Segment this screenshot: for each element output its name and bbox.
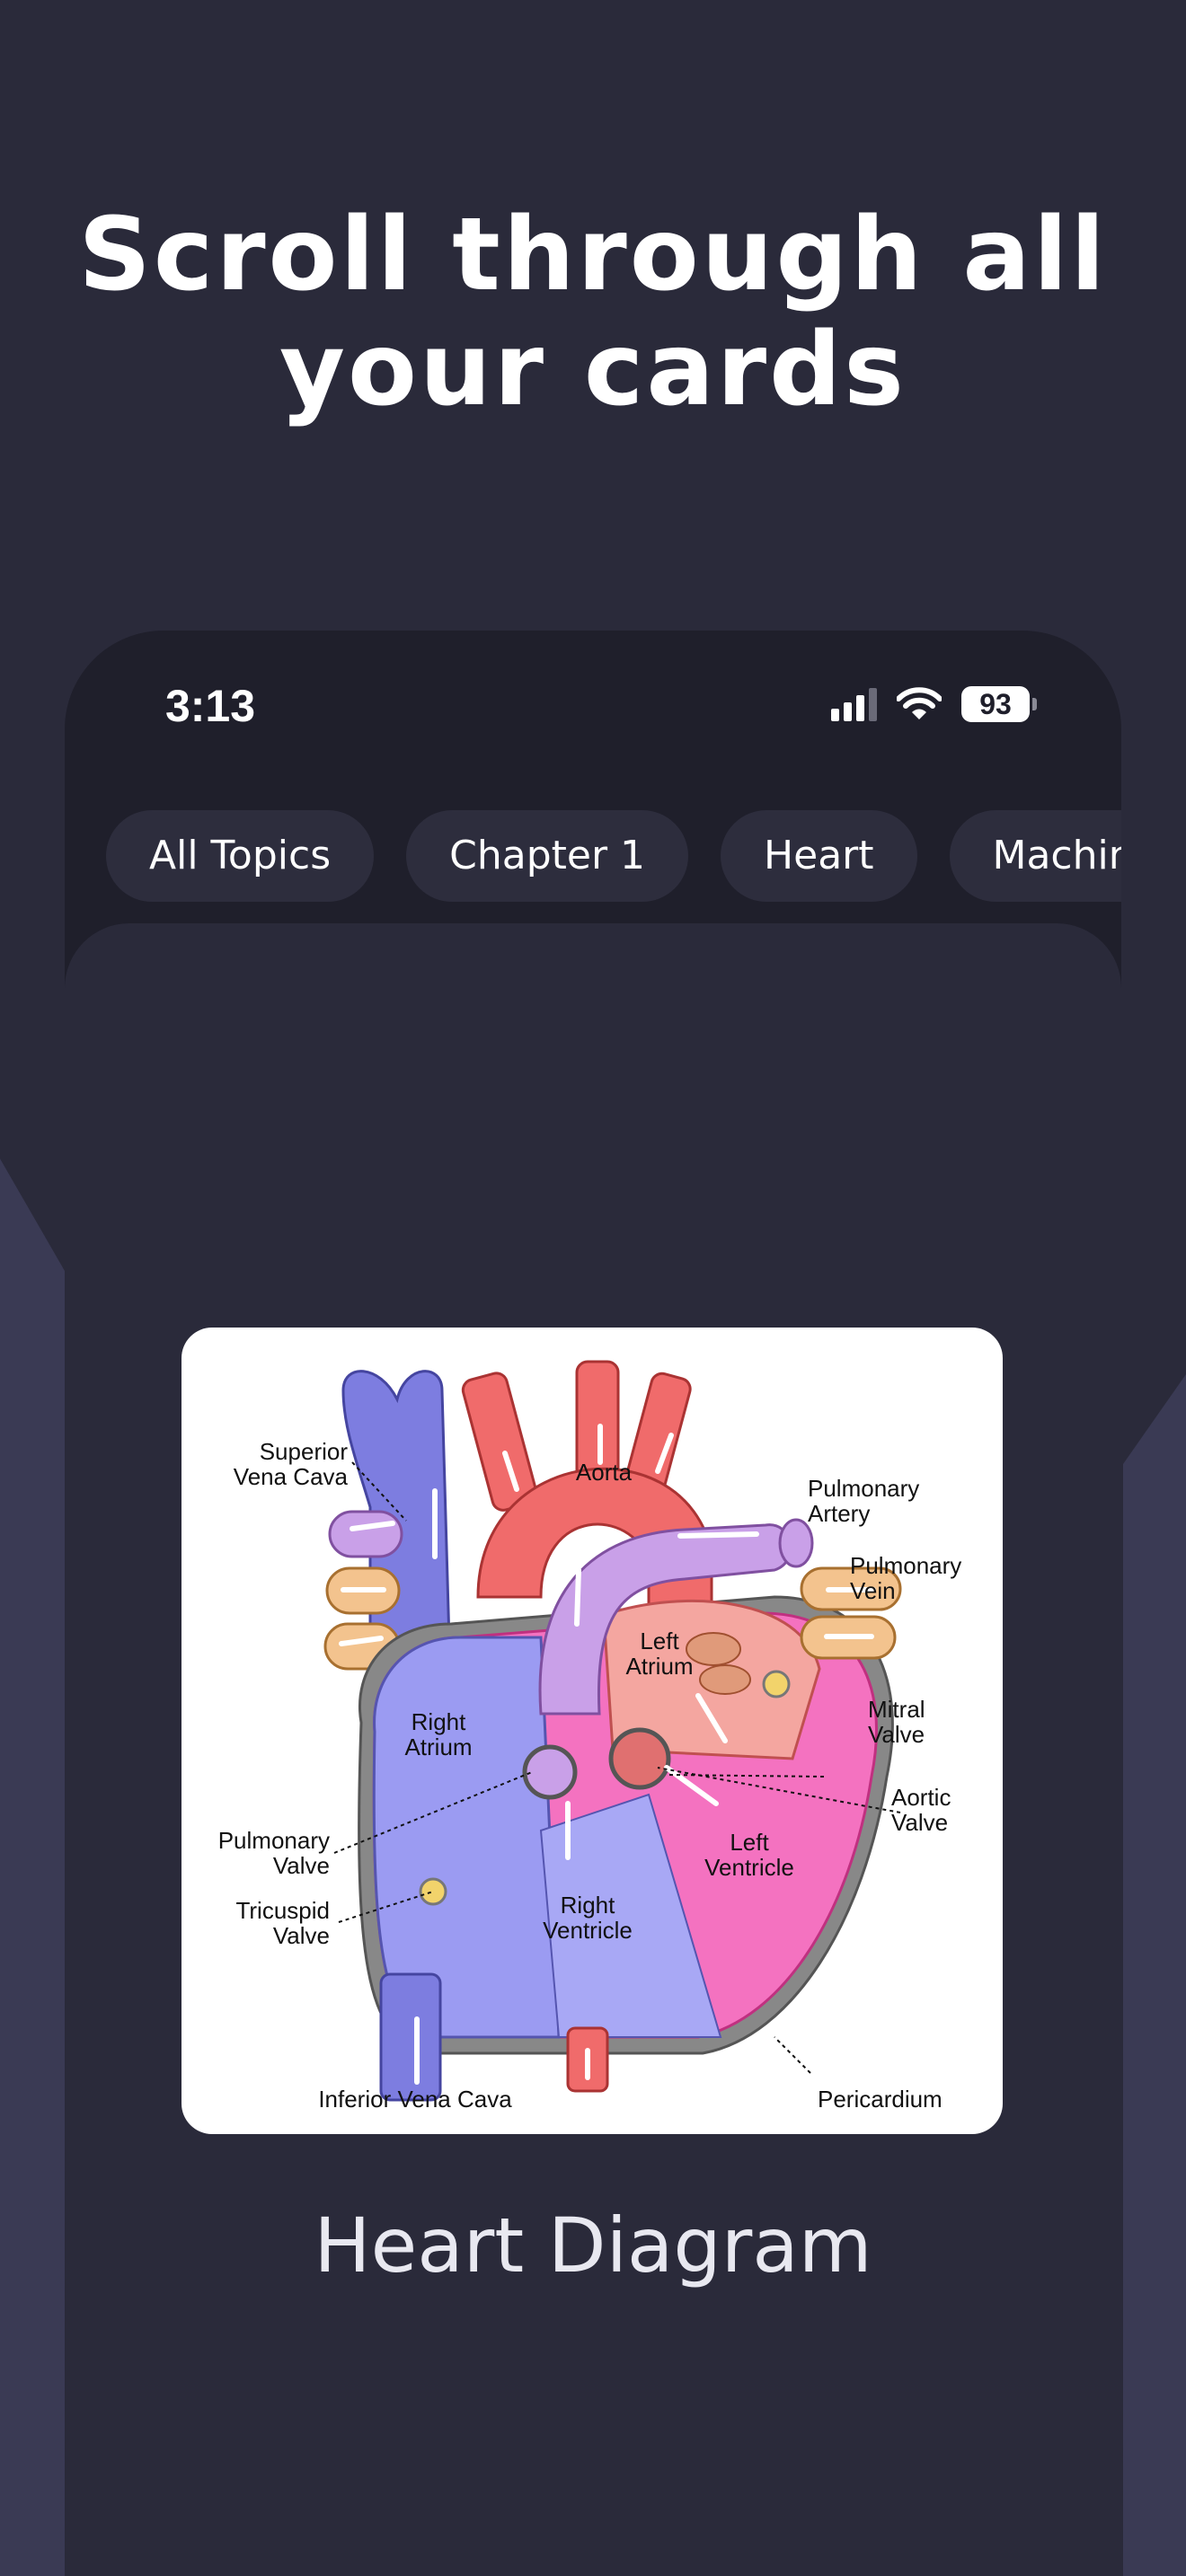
background-shape-left [0, 1159, 65, 2576]
label-pulmonary-vein-1: Pulmonary [850, 1552, 961, 1579]
label-pericardium: Pericardium [818, 2086, 943, 2113]
status-time: 3:13 [164, 681, 256, 731]
label-left-atrium-2: Atrium [625, 1653, 693, 1680]
label-right-atrium-2: Atrium [404, 1734, 472, 1760]
label-mitral-valve-1: Mitral [868, 1696, 925, 1723]
label-superior-vena-cava-2: Vena Cava [234, 1463, 349, 1490]
headline-line-2: your cards [279, 312, 907, 428]
label-aortic-valve-1: Aortic [891, 1784, 951, 1811]
card-title: Heart Diagram [314, 2201, 872, 2289]
wifi-icon [897, 687, 942, 719]
promo-headline: Scroll through all your cards [0, 198, 1186, 428]
label-left-ventricle-1: Left [730, 1829, 769, 1856]
topic-chip-all-topics[interactable]: All Topics [106, 810, 375, 902]
background-shape-right [1123, 1374, 1186, 2576]
label-aorta: Aorta [576, 1459, 633, 1486]
label-right-ventricle-2: Ventricle [543, 1917, 633, 1944]
label-pulmonary-artery-1: Pulmonary [808, 1475, 919, 1502]
label-right-atrium-1: Right [412, 1708, 466, 1735]
label-left-atrium-1: Left [640, 1628, 679, 1654]
flash-card[interactable]: Superior Vena Cava Aorta Pulmonary Arter… [65, 923, 1121, 2576]
label-pulmonary-artery-2: Artery [808, 1500, 870, 1527]
label-inferior-vena-cava: Inferior Vena Cava [318, 2086, 512, 2113]
heart-diagram-image: Superior Vena Cava Aorta Pulmonary Arter… [181, 1328, 1003, 2134]
label-aortic-valve-2: Valve [891, 1809, 948, 1836]
topic-chip-machine[interactable]: Machine [949, 810, 1121, 902]
label-right-ventricle-1: Right [561, 1892, 615, 1919]
label-superior-vena-cava-1: Superior [260, 1438, 349, 1465]
label-tricuspid-valve-2: Valve [273, 1922, 330, 1949]
battery-icon: 93 [961, 686, 1037, 722]
cellular-signal-icon [831, 687, 877, 721]
headline-line-1: Scroll through all [78, 197, 1108, 313]
topic-chip-chapter-1[interactable]: Chapter 1 [406, 810, 689, 902]
label-pulmonary-valve-2: Valve [273, 1852, 330, 1879]
label-pulmonary-vein-2: Vein [850, 1577, 896, 1604]
label-mitral-valve-2: Valve [868, 1721, 925, 1748]
topic-filter-bar: All Topics Chapter 1 Heart Machine [106, 810, 1121, 902]
phone-screen: 3:13 93 All Topics Chapter 1 Heart Machi… [65, 631, 1121, 2576]
label-left-ventricle-2: Ventricle [704, 1854, 794, 1881]
topic-chip-heart[interactable]: Heart [721, 810, 917, 902]
heart-diagram-illustration: Superior Vena Cava Aorta Pulmonary Arter… [218, 1360, 961, 2113]
status-icons: 93 [831, 686, 1037, 722]
label-pulmonary-valve-1: Pulmonary [218, 1827, 330, 1854]
label-tricuspid-valve-1: Tricuspid [235, 1897, 330, 1924]
battery-level: 93 [979, 688, 1012, 720]
